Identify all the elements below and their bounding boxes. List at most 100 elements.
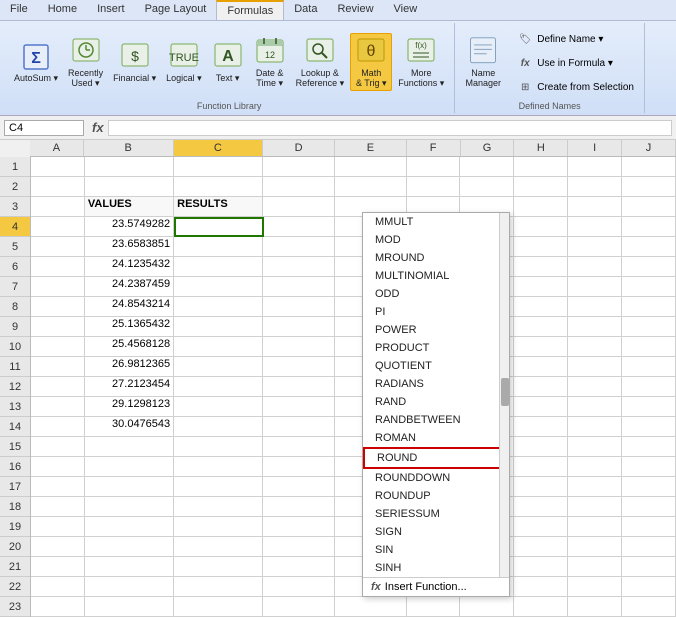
cell-a5[interactable] bbox=[31, 237, 85, 257]
cell-b10[interactable]: 25.4568128 bbox=[85, 337, 174, 357]
cell-a14[interactable] bbox=[31, 417, 85, 437]
tab-data[interactable]: Data bbox=[284, 0, 327, 20]
cell-h3[interactable] bbox=[514, 197, 568, 217]
cell-h20[interactable] bbox=[514, 537, 568, 557]
row-header-3[interactable]: 3 bbox=[0, 197, 30, 217]
col-header-j[interactable]: J bbox=[622, 140, 676, 156]
cell-d12[interactable] bbox=[263, 377, 335, 397]
cell-a20[interactable] bbox=[31, 537, 85, 557]
cell-b2[interactable] bbox=[85, 177, 174, 197]
cell-j12[interactable] bbox=[622, 377, 676, 397]
col-header-e[interactable]: E bbox=[335, 140, 407, 156]
col-header-h[interactable]: H bbox=[514, 140, 568, 156]
row-header-20[interactable]: 20 bbox=[0, 537, 30, 557]
dropdown-item-power[interactable]: POWER bbox=[363, 321, 509, 339]
cell-i1[interactable] bbox=[568, 157, 622, 177]
col-header-a[interactable]: A bbox=[30, 140, 84, 156]
cell-j5[interactable] bbox=[622, 237, 676, 257]
cell-d7[interactable] bbox=[263, 277, 335, 297]
dropdown-item-pi[interactable]: PI bbox=[363, 303, 509, 321]
cell-a7[interactable] bbox=[31, 277, 85, 297]
dropdown-item-sinh[interactable]: SINH bbox=[363, 559, 509, 577]
cell-c3[interactable]: RESULTS bbox=[174, 197, 263, 217]
cell-c17[interactable] bbox=[174, 477, 263, 497]
cell-b20[interactable] bbox=[85, 537, 174, 557]
cell-e1[interactable] bbox=[335, 157, 407, 177]
cell-j13[interactable] bbox=[622, 397, 676, 417]
cell-c21[interactable] bbox=[174, 557, 263, 577]
row-header-21[interactable]: 21 bbox=[0, 557, 30, 577]
row-header-16[interactable]: 16 bbox=[0, 457, 30, 477]
cell-j1[interactable] bbox=[622, 157, 676, 177]
dropdown-item-mmult[interactable]: MMULT bbox=[363, 213, 509, 231]
cell-f2[interactable] bbox=[407, 177, 461, 197]
cell-d2[interactable] bbox=[263, 177, 335, 197]
cell-i6[interactable] bbox=[568, 257, 622, 277]
cell-b4[interactable]: 23.5749282 bbox=[85, 217, 174, 237]
col-header-g[interactable]: G bbox=[461, 140, 515, 156]
cell-b7[interactable]: 24.2387459 bbox=[85, 277, 174, 297]
cell-d20[interactable] bbox=[263, 537, 335, 557]
dropdown-item-randbetween[interactable]: RANDBETWEEN bbox=[363, 411, 509, 429]
cell-d13[interactable] bbox=[263, 397, 335, 417]
cell-g1[interactable] bbox=[460, 157, 514, 177]
cell-i23[interactable] bbox=[568, 597, 622, 617]
cell-d18[interactable] bbox=[263, 497, 335, 517]
cell-i11[interactable] bbox=[568, 357, 622, 377]
cell-i22[interactable] bbox=[568, 577, 622, 597]
row-header-10[interactable]: 10 bbox=[0, 337, 30, 357]
use-in-formula-button[interactable]: fx Use in Formula ▾ bbox=[513, 53, 638, 73]
cell-c19[interactable] bbox=[174, 517, 263, 537]
cell-j9[interactable] bbox=[622, 317, 676, 337]
cell-i3[interactable] bbox=[568, 197, 622, 217]
cell-h11[interactable] bbox=[514, 357, 568, 377]
cell-h21[interactable] bbox=[514, 557, 568, 577]
cell-h23[interactable] bbox=[514, 597, 568, 617]
cell-b9[interactable]: 25.1365432 bbox=[85, 317, 174, 337]
cell-i4[interactable] bbox=[568, 217, 622, 237]
cell-a15[interactable] bbox=[31, 437, 85, 457]
cell-a8[interactable] bbox=[31, 297, 85, 317]
cell-h13[interactable] bbox=[514, 397, 568, 417]
col-header-i[interactable]: I bbox=[568, 140, 622, 156]
cell-i14[interactable] bbox=[568, 417, 622, 437]
row-header-17[interactable]: 17 bbox=[0, 477, 30, 497]
cell-c13[interactable] bbox=[174, 397, 263, 417]
col-header-f[interactable]: F bbox=[407, 140, 461, 156]
cell-a10[interactable] bbox=[31, 337, 85, 357]
cell-c10[interactable] bbox=[174, 337, 263, 357]
cell-d11[interactable] bbox=[263, 357, 335, 377]
row-header-14[interactable]: 14 bbox=[0, 417, 30, 437]
row-header-6[interactable]: 6 bbox=[0, 257, 30, 277]
cell-i10[interactable] bbox=[568, 337, 622, 357]
col-header-d[interactable]: D bbox=[263, 140, 335, 156]
cell-h8[interactable] bbox=[514, 297, 568, 317]
dropdown-item-product[interactable]: PRODUCT bbox=[363, 339, 509, 357]
cell-f23[interactable] bbox=[407, 597, 461, 617]
cell-a22[interactable] bbox=[31, 577, 85, 597]
cell-d22[interactable] bbox=[263, 577, 335, 597]
lookup-button[interactable]: Lookup &Reference ▾ bbox=[292, 34, 349, 91]
tab-review[interactable]: Review bbox=[327, 0, 383, 20]
formula-input[interactable] bbox=[108, 120, 672, 136]
cell-i19[interactable] bbox=[568, 517, 622, 537]
cell-d1[interactable] bbox=[263, 157, 335, 177]
cell-h10[interactable] bbox=[514, 337, 568, 357]
cell-j19[interactable] bbox=[622, 517, 676, 537]
cell-i8[interactable] bbox=[568, 297, 622, 317]
cell-j8[interactable] bbox=[622, 297, 676, 317]
define-name-button[interactable]: 🏷 Define Name ▾ bbox=[513, 29, 638, 49]
cell-j16[interactable] bbox=[622, 457, 676, 477]
dropdown-item-sin[interactable]: SIN bbox=[363, 541, 509, 559]
cell-j2[interactable] bbox=[622, 177, 676, 197]
col-header-c[interactable]: C bbox=[174, 140, 264, 156]
cell-i20[interactable] bbox=[568, 537, 622, 557]
cell-h15[interactable] bbox=[514, 437, 568, 457]
cell-d19[interactable] bbox=[263, 517, 335, 537]
cell-b1[interactable] bbox=[85, 157, 174, 177]
dropdown-item-rounddown[interactable]: ROUNDDOWN bbox=[363, 469, 509, 487]
cell-c8[interactable] bbox=[174, 297, 263, 317]
cell-h18[interactable] bbox=[514, 497, 568, 517]
row-header-9[interactable]: 9 bbox=[0, 317, 30, 337]
cell-i7[interactable] bbox=[568, 277, 622, 297]
